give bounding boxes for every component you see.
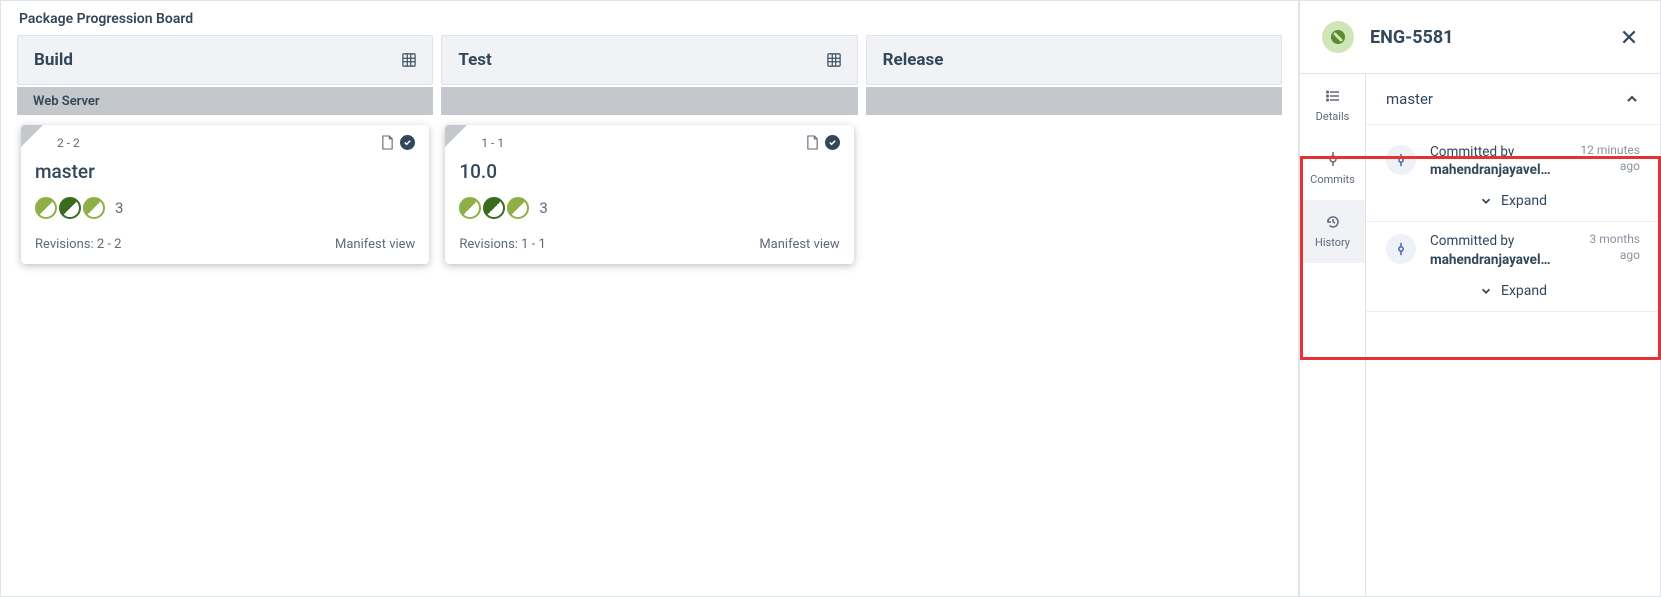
branch-name: master [1386, 90, 1433, 108]
column-title: Build [34, 50, 73, 70]
status-circle-icon [483, 197, 505, 219]
commit-time: 12 minutesago [1580, 143, 1640, 179]
status-circles: 3 [459, 197, 839, 219]
nav-label: Commits [1310, 173, 1355, 186]
manifest-view-link[interactable]: Manifest view [759, 237, 839, 252]
expand-button[interactable]: Expand [1366, 275, 1660, 312]
column-test: Test 1 - 1 10.0 [441, 35, 857, 264]
nav-history[interactable]: History [1300, 200, 1365, 263]
status-circles: 3 [35, 197, 415, 219]
commit-item[interactable]: Committed by mahendranjayavel… 3 monthsa… [1366, 222, 1660, 274]
branch-toggle[interactable]: master [1366, 74, 1660, 125]
check-badge-icon [825, 135, 840, 150]
commit-icon [1386, 145, 1416, 175]
expand-label: Expand [1501, 283, 1547, 299]
column-release: Release [866, 35, 1282, 264]
commit-time: 3 monthsago [1590, 232, 1640, 268]
status-circle-icon [507, 197, 529, 219]
detail-title: ENG-5581 [1370, 27, 1454, 48]
nav-commits[interactable]: Commits [1300, 137, 1365, 200]
column-header-test: Test [441, 35, 857, 85]
column-title: Release [883, 50, 944, 70]
revisions-label: Revisions: 1 - 1 [459, 237, 545, 252]
status-circle-icon [59, 197, 81, 219]
history-icon [1325, 214, 1341, 230]
revisions-label: Revisions: 2 - 2 [35, 237, 121, 252]
commit-list: Committed by mahendranjayavel… 12 minute… [1366, 125, 1660, 320]
package-card[interactable]: 1 - 1 10.0 3 Revisions: 1 - [445, 125, 853, 264]
status-circle-icon [459, 197, 481, 219]
detail-nav: Details Commits History [1300, 74, 1366, 596]
card-range: 1 - 1 [459, 136, 504, 150]
card-title: 10.0 [459, 160, 839, 183]
expand-button[interactable]: Expand [1366, 185, 1660, 222]
manifest-view-link[interactable]: Manifest view [335, 237, 415, 252]
commit-item[interactable]: Committed by mahendranjayavel… 12 minute… [1366, 133, 1660, 185]
card-range: 2 - 2 [35, 136, 80, 150]
expand-label: Expand [1501, 193, 1547, 209]
circles-count: 3 [539, 199, 547, 217]
grid-icon[interactable] [827, 53, 841, 67]
detail-panel: ENG-5581 Details Commits History [1299, 1, 1660, 596]
status-circle-icon [35, 197, 57, 219]
nav-details[interactable]: Details [1300, 74, 1365, 137]
document-icon[interactable] [381, 135, 394, 150]
commit-by-label: Committed by [1430, 144, 1514, 160]
check-badge-icon [400, 135, 415, 150]
swimlane-spacer [441, 87, 857, 115]
chevron-down-icon [1479, 284, 1493, 298]
nav-label: Details [1316, 110, 1350, 123]
grid-icon[interactable] [402, 53, 416, 67]
list-icon [1325, 88, 1341, 104]
board-title: Package Progression Board [1, 1, 1298, 35]
document-icon[interactable] [806, 135, 819, 150]
card-title: master [35, 160, 415, 183]
close-icon[interactable] [1620, 28, 1638, 46]
column-header-release: Release [866, 35, 1282, 85]
column-title: Test [458, 50, 491, 70]
circles-count: 3 [115, 199, 123, 217]
progression-board: Package Progression Board Build Web Serv… [1, 1, 1299, 596]
package-badge-icon [1322, 21, 1354, 53]
column-build: Build Web Server 2 - 2 master [17, 35, 433, 264]
commit-icon [1386, 234, 1416, 264]
nav-label: History [1315, 236, 1350, 249]
chevron-up-icon [1624, 91, 1640, 107]
column-header-build: Build [17, 35, 433, 85]
commit-author: mahendranjayavel… [1430, 162, 1551, 178]
swimlane-label: Web Server [17, 87, 433, 115]
swimlane-spacer [866, 87, 1282, 115]
detail-header: ENG-5581 [1300, 1, 1660, 74]
package-card[interactable]: 2 - 2 master 3 Revisions: 2 [21, 125, 429, 264]
status-circle-icon [83, 197, 105, 219]
commit-by-label: Committed by [1430, 233, 1514, 249]
commit-author: mahendranjayavel… [1430, 252, 1551, 268]
detail-content: master Committed by mahendranjayavel… [1366, 74, 1660, 596]
commit-icon [1325, 151, 1341, 167]
chevron-down-icon [1479, 194, 1493, 208]
